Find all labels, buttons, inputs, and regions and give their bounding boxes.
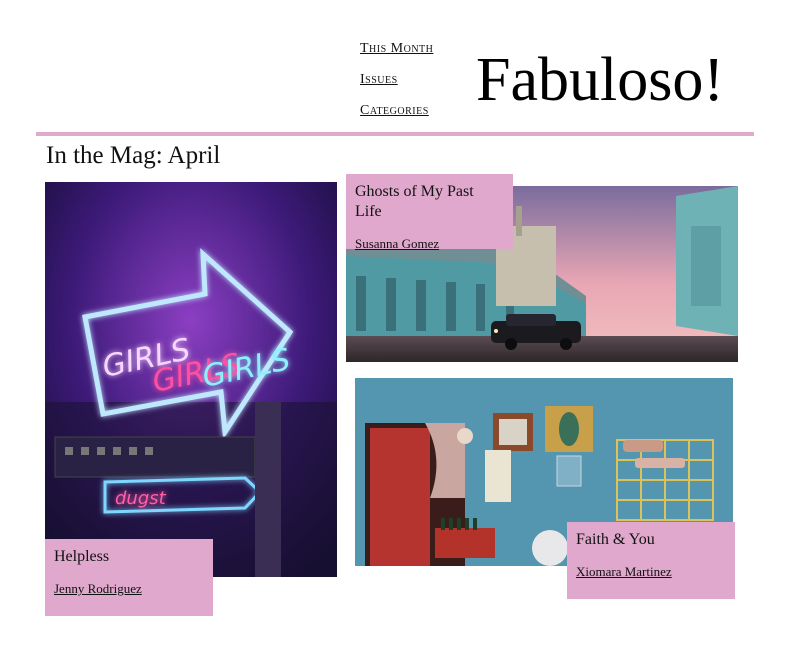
neon-sign-illustration: GIRLS GIRLS GIRLS dugst [45,182,337,577]
article-author-link[interactable]: Jenny Rodriguez [54,581,204,597]
neon-sign-photo[interactable]: GIRLS GIRLS GIRLS dugst [45,182,337,577]
article-title[interactable]: Faith & You [576,530,726,550]
nav-issues-link[interactable]: Issues [360,71,433,89]
svg-text:dugst: dugst [115,488,167,509]
nav-categories-link[interactable]: Categories [360,102,433,120]
article-title[interactable]: Helpless [54,547,204,567]
header-divider [36,132,754,136]
article-card-ghosts[interactable]: Ghosts of My Past Life Susanna Gomez [346,174,513,252]
article-card-helpless[interactable]: Helpless Jenny Rodriguez [45,539,213,616]
site-logo-title[interactable]: Fabuloso! [476,40,724,120]
article-author-link[interactable]: Susanna Gomez [355,236,504,252]
article-author-link[interactable]: Xiomara Martinez [576,564,726,580]
article-card-faith[interactable]: Faith & You Xiomara Martinez [567,522,735,599]
nav-this-month-link[interactable]: This Month [360,40,433,58]
section-title: In the Mag: April [46,142,221,169]
article-title[interactable]: Ghosts of My Past Life [355,182,504,222]
